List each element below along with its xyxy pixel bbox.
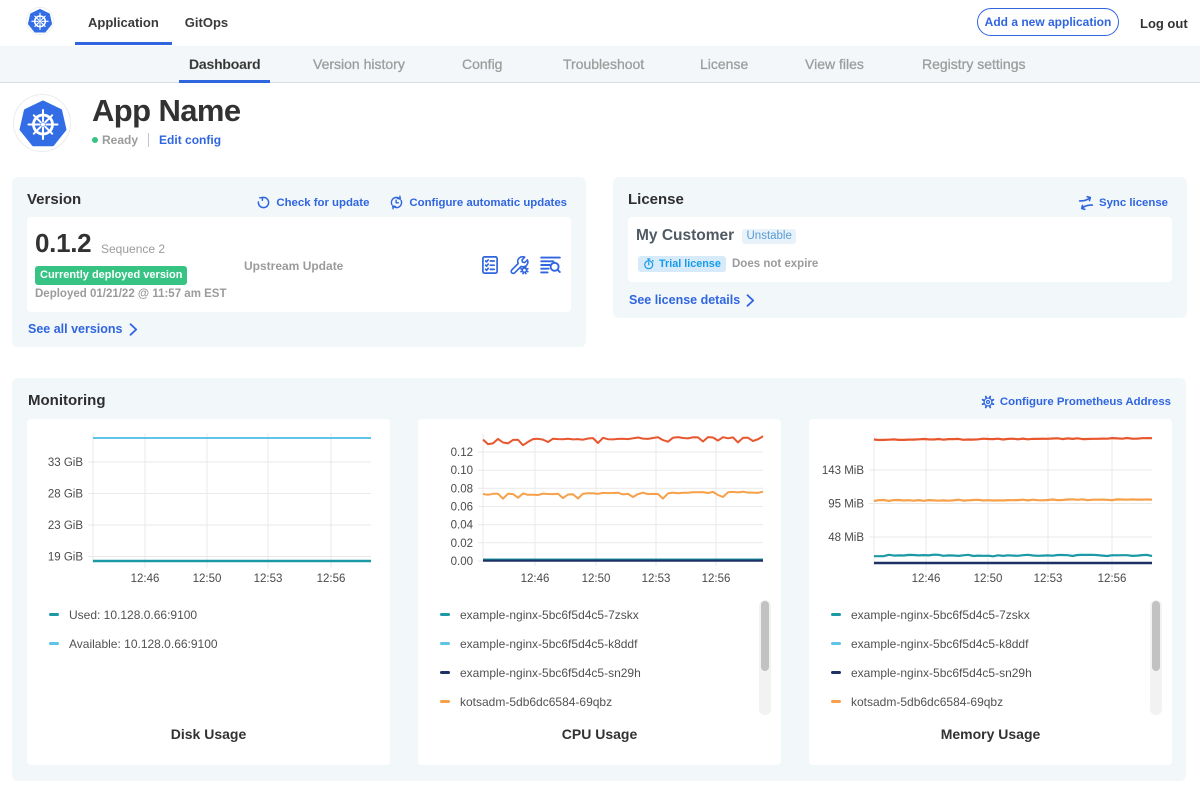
- svg-text:12:46: 12:46: [521, 573, 550, 585]
- svg-text:12:46: 12:46: [131, 573, 160, 585]
- svg-text:12:56: 12:56: [317, 573, 346, 585]
- svg-text:0.10: 0.10: [451, 465, 473, 477]
- svg-text:12:56: 12:56: [1098, 573, 1127, 585]
- svg-text:12:50: 12:50: [193, 573, 222, 585]
- svg-text:12:53: 12:53: [1034, 573, 1063, 585]
- svg-text:28 GiB: 28 GiB: [48, 489, 83, 501]
- svg-text:0.12: 0.12: [451, 447, 473, 459]
- svg-text:12:50: 12:50: [582, 573, 611, 585]
- svg-text:0.06: 0.06: [451, 502, 473, 514]
- svg-text:33 GiB: 33 GiB: [48, 457, 83, 469]
- svg-text:12:56: 12:56: [702, 573, 731, 585]
- svg-text:0.04: 0.04: [451, 520, 474, 532]
- svg-text:19 GiB: 19 GiB: [48, 552, 83, 564]
- svg-text:0.08: 0.08: [451, 483, 473, 495]
- svg-text:12:50: 12:50: [974, 573, 1003, 585]
- svg-text:48 MiB: 48 MiB: [828, 532, 864, 544]
- svg-text:0.00: 0.00: [451, 556, 473, 568]
- svg-text:12:53: 12:53: [642, 573, 671, 585]
- svg-text:23 GiB: 23 GiB: [48, 520, 83, 532]
- svg-text:12:46: 12:46: [912, 573, 941, 585]
- svg-text:12:53: 12:53: [254, 573, 283, 585]
- svg-text:95 MiB: 95 MiB: [828, 499, 864, 511]
- svg-text:143 MiB: 143 MiB: [822, 465, 865, 477]
- svg-text:0.02: 0.02: [451, 538, 473, 550]
